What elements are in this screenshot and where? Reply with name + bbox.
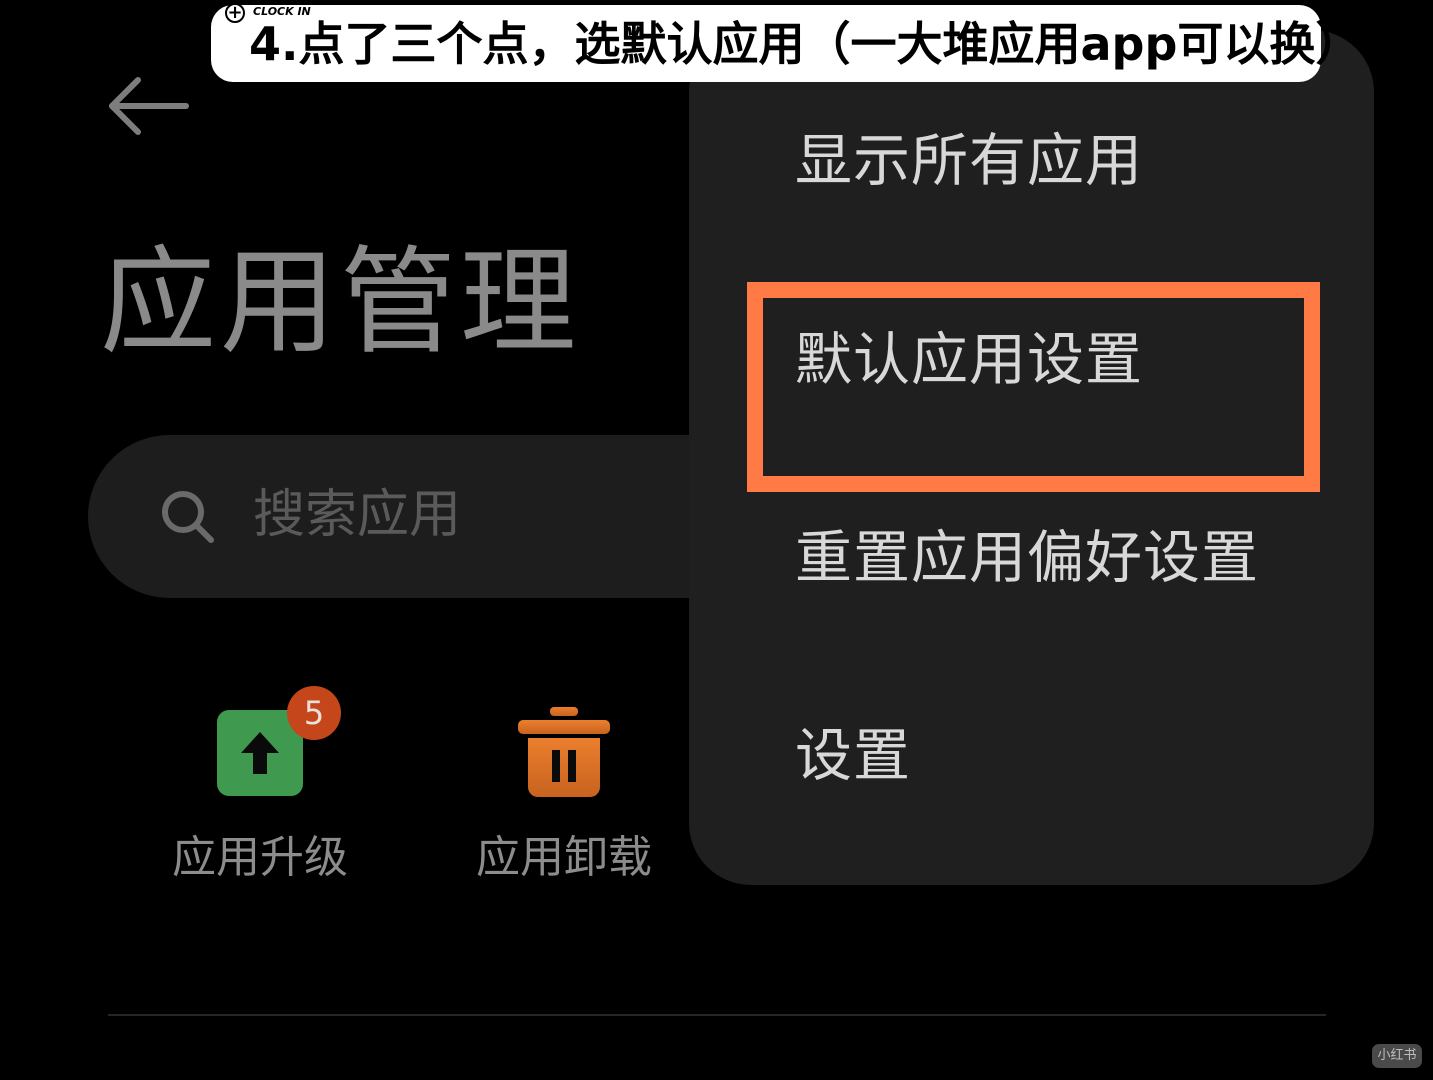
highlight-box — [747, 282, 1320, 492]
upgrade-count-badge: 5 — [287, 686, 341, 740]
search-bar[interactable]: 搜索应用 — [88, 435, 788, 598]
caption-text: 4.点了三个点，选默认应用（一大堆应用app可以换） — [249, 17, 1362, 71]
page-title: 应用管理 — [100, 235, 580, 370]
trash-icon — [518, 707, 610, 797]
menu-item-reset-app-preferences[interactable]: 重置应用偏好设置 — [795, 523, 1259, 593]
app-uninstall-label: 应用卸载 — [476, 832, 652, 883]
search-placeholder: 搜索应用 — [253, 485, 462, 545]
app-upgrade-label: 应用升级 — [172, 832, 348, 883]
screen: 应用管理 搜索应用 5 应用升级 应用卸载 显示所有应用 默认应用设置 重置应用… — [0, 0, 1433, 1080]
app-upgrade-tile[interactable]: 5 应用升级 — [150, 686, 370, 900]
app-uninstall-tile[interactable]: 应用卸载 — [454, 690, 674, 900]
menu-item-show-all-apps[interactable]: 显示所有应用 — [795, 126, 1143, 196]
search-icon — [162, 491, 214, 543]
watermark-logo: 小红书 — [1372, 1044, 1422, 1068]
caption-banner: + CLOCK IN 4.点了三个点，选默认应用（一大堆应用app可以换） — [211, 3, 1361, 82]
divider — [108, 1014, 1326, 1016]
menu-item-settings[interactable]: 设置 — [795, 721, 911, 791]
back-arrow-icon[interactable] — [106, 76, 190, 136]
plus-circle-icon: + — [225, 3, 245, 23]
